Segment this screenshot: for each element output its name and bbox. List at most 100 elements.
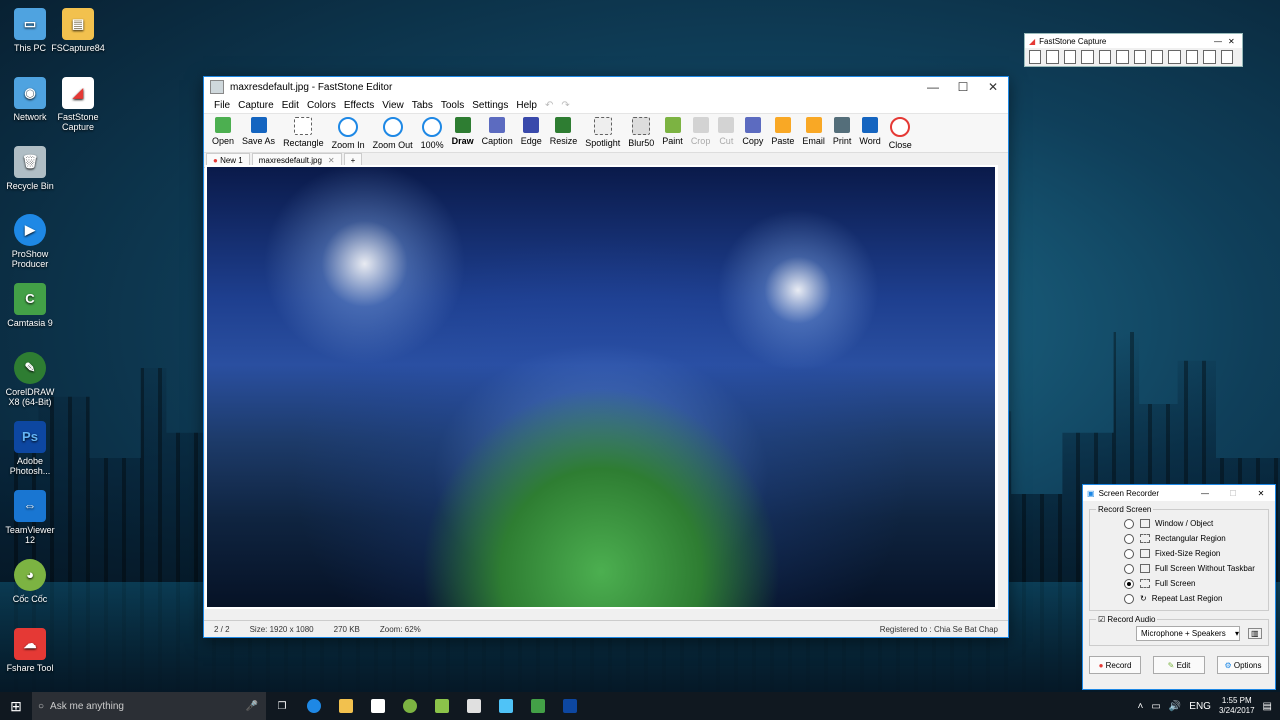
cortana-search-box[interactable]: ○ Ask me anything 🎤 <box>32 692 266 720</box>
option-fixed-size-region[interactable]: Fixed-Size Region <box>1096 546 1262 561</box>
copy-button[interactable]: Copy <box>742 116 763 146</box>
desktop-icon-photoshop[interactable]: Ps Adobe Photosh... <box>0 421 60 476</box>
capture-scrolling-icon[interactable] <box>1116 50 1129 64</box>
menu-tools[interactable]: Tools <box>437 100 468 111</box>
action-center-icon[interactable]: ▤ <box>1263 701 1272 712</box>
task-view-button[interactable]: ❐ <box>266 692 298 720</box>
draw-button[interactable]: Draw <box>452 116 474 146</box>
recorder-maximize-button[interactable]: ☐ <box>1219 489 1247 498</box>
capture-close-button[interactable]: ✕ <box>1228 37 1242 46</box>
stadium-image[interactable] <box>207 167 995 607</box>
capture-output-icon[interactable] <box>1203 50 1216 64</box>
cut-button[interactable]: Cut <box>718 116 735 146</box>
capture-video-icon[interactable] <box>1150 50 1164 64</box>
capture-window-object-icon[interactable] <box>1046 50 1059 64</box>
start-button[interactable]: ⊞ <box>0 692 32 720</box>
option-rectangular-region[interactable]: Rectangular Region <box>1096 531 1262 546</box>
caption-button[interactable]: Caption <box>482 116 513 146</box>
blur-button[interactable]: Blur50 <box>628 116 654 148</box>
microphone-icon[interactable]: 🎤 <box>246 701 258 712</box>
record-audio-checkbox[interactable]: ☑ Record Audio <box>1096 615 1157 624</box>
capture-full-screen-icon[interactable] <box>1098 50 1112 64</box>
word-button[interactable]: Word <box>859 116 881 146</box>
crop-button[interactable]: Crop <box>691 116 710 146</box>
close-tab-icon[interactable]: ✕ <box>328 156 335 165</box>
taskbar-coccoc[interactable] <box>394 692 426 720</box>
capture-color-picker-icon[interactable] <box>1185 50 1199 64</box>
desktop-icon-fshare-tool[interactable]: ☁ Fshare Tool <box>0 628 60 673</box>
menu-help[interactable]: Help <box>512 100 541 111</box>
email-button[interactable]: Email <box>802 116 825 146</box>
zoom-100-button[interactable]: 100% <box>421 116 444 150</box>
tray-chevron-up-icon[interactable]: ˄ <box>1138 701 1144 712</box>
option-repeat-last-region[interactable]: ↻ Repeat Last Region <box>1096 591 1262 606</box>
radio-rectangular-region[interactable] <box>1124 533 1134 544</box>
desktop-icon-faststone-capture[interactable]: ◢ FastStone Capture <box>48 77 108 132</box>
maximize-button[interactable]: ☐ <box>948 80 978 94</box>
capture-minimize-button[interactable]: — <box>1214 37 1228 46</box>
desktop-icon-fscapture84[interactable]: ▤ FSCapture84 <box>48 8 108 53</box>
option-full-screen[interactable]: Full Screen <box>1096 576 1262 591</box>
taskbar-photoshop[interactable] <box>554 692 586 720</box>
radio-repeat-last-region[interactable] <box>1124 593 1134 604</box>
capture-freehand-icon[interactable] <box>1081 50 1094 64</box>
record-button[interactable]: ● Record <box>1089 656 1141 674</box>
undo-icon[interactable]: ↶ <box>541 100 557 111</box>
radio-full-screen[interactable] <box>1124 578 1134 589</box>
desktop-icon-camtasia[interactable]: C Camtasia 9 <box>0 283 60 328</box>
network-tray-icon[interactable]: ▭ <box>1151 701 1160 712</box>
desktop-icon-recycle-bin[interactable]: 🗑 Recycle Bin <box>0 146 60 191</box>
language-indicator[interactable]: ENG <box>1189 701 1211 712</box>
radio-fixed-size-region[interactable] <box>1124 548 1134 559</box>
taskbar-camtasia[interactable] <box>522 692 554 720</box>
option-window-object[interactable]: Window / Object <box>1096 516 1262 531</box>
audio-source-select[interactable]: Microphone + Speakers ▾ <box>1136 626 1240 641</box>
menu-effects[interactable]: Effects <box>340 100 378 111</box>
edit-button[interactable]: ✎ Edit <box>1153 656 1205 674</box>
capture-active-window-icon[interactable] <box>1029 50 1042 64</box>
taskbar-photos[interactable] <box>490 692 522 720</box>
recorder-close-button[interactable]: ✕ <box>1247 489 1275 498</box>
desktop-icon-coccoc[interactable]: ◕ Cốc Cốc <box>0 559 60 604</box>
desktop-icon-coreldraw[interactable]: ✎ CorelDRAW X8 (64-Bit) <box>0 352 60 407</box>
zoom-out-button[interactable]: Zoom Out <box>373 116 413 150</box>
desktop-icon-proshow-producer[interactable]: ▶ ProShow Producer <box>0 214 60 269</box>
spotlight-button[interactable]: Spotlight <box>585 116 620 148</box>
recorder-minimize-button[interactable]: — <box>1191 489 1219 498</box>
resize-button[interactable]: Resize <box>550 116 577 146</box>
desktop-icon-teamviewer[interactable]: ⇔ TeamViewer 12 <box>0 490 60 545</box>
taskbar-mail[interactable] <box>458 692 490 720</box>
paste-button[interactable]: Paste <box>771 116 794 146</box>
minimize-button[interactable]: — <box>918 80 948 94</box>
taskbar-store[interactable] <box>362 692 394 720</box>
menu-capture[interactable]: Capture <box>234 100 278 111</box>
rectangle-button[interactable]: Rectangle <box>283 116 324 148</box>
options-button[interactable]: ⚙ Options <box>1217 656 1269 674</box>
edge-button[interactable]: Edge <box>521 116 542 146</box>
menu-settings[interactable]: Settings <box>468 100 512 111</box>
zoom-in-button[interactable]: Zoom In <box>332 116 365 150</box>
menu-file[interactable]: File <box>210 100 234 111</box>
paint-button[interactable]: Paint <box>662 116 683 146</box>
taskbar-file-explorer[interactable] <box>330 692 362 720</box>
volume-icon[interactable]: 🔊 <box>1169 701 1181 712</box>
capture-fixed-region-icon[interactable] <box>1133 50 1146 64</box>
editor-titlebar[interactable]: maxresdefault.jpg - FastStone Editor — ☐… <box>204 77 1008 97</box>
vertical-scrollbar[interactable] <box>998 165 1008 609</box>
radio-window-object[interactable] <box>1124 518 1134 529</box>
capture-toolbar-titlebar[interactable]: ◢ FastStone Capture — ✕ <box>1025 34 1242 48</box>
radio-full-screen-without-taskbar[interactable] <box>1124 563 1134 574</box>
menu-edit[interactable]: Edit <box>278 100 303 111</box>
menu-colors[interactable]: Colors <box>303 100 340 111</box>
save-as-button[interactable]: Save As <box>242 116 275 146</box>
close-window-button[interactable]: ✕ <box>978 80 1008 94</box>
taskbar-edge[interactable] <box>298 692 330 720</box>
audio-settings-icon[interactable]: ▥ <box>1248 628 1262 639</box>
option-full-screen-without-taskbar[interactable]: Full Screen Without Taskbar <box>1096 561 1262 576</box>
capture-magnifier-icon[interactable] <box>1168 50 1181 64</box>
open-button[interactable]: Open <box>212 116 234 146</box>
image-canvas[interactable] <box>205 165 1005 609</box>
capture-settings-icon[interactable] <box>1220 50 1234 64</box>
print-button[interactable]: Print <box>833 116 851 146</box>
taskbar-notepad[interactable] <box>426 692 458 720</box>
